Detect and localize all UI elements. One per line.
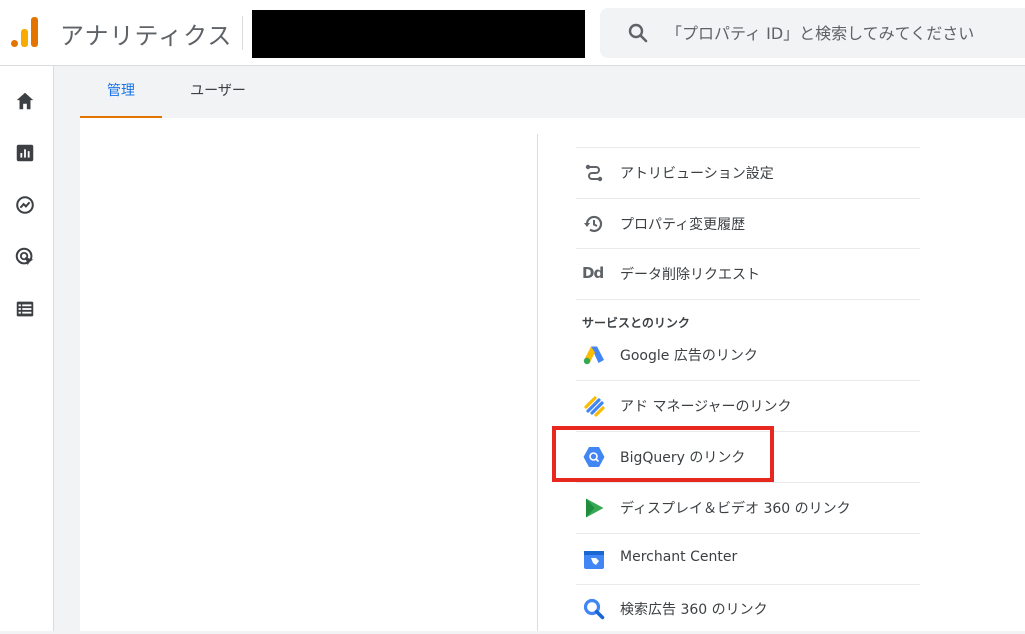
- menu-item-label: アトリビューション設定: [620, 166, 774, 182]
- admin-content-panel: アトリビューション設定 プロパティ変更履歴 Dd データ削除リクエスト サービス…: [80, 118, 1025, 631]
- menu-item-bigquery-links[interactable]: BigQuery のリンク: [576, 432, 920, 482]
- menu-item-search-ads-360-links[interactable]: 検索広告 360 のリンク: [576, 584, 920, 634]
- tab-user[interactable]: ユーザー: [176, 66, 260, 118]
- left-nav-rail: [0, 66, 54, 631]
- menu-item-label: Google 広告のリンク: [620, 348, 758, 364]
- menu-item-data-deletion-requests[interactable]: Dd データ削除リクエスト: [576, 249, 920, 299]
- data-deletion-icon: Dd: [582, 262, 606, 286]
- menu-item-label: 検索広告 360 のリンク: [620, 602, 768, 618]
- explore-icon[interactable]: [14, 194, 36, 216]
- reports-icon[interactable]: [14, 142, 36, 164]
- menu-item-label: ディスプレイ＆ビデオ 360 のリンク: [620, 501, 851, 517]
- menu-item-label: プロパティ変更履歴: [620, 217, 746, 233]
- home-icon[interactable]: [14, 90, 36, 112]
- tab-admin[interactable]: 管理: [80, 66, 162, 118]
- menu-item-label: BigQuery のリンク: [620, 450, 746, 466]
- analytics-logo-icon[interactable]: [11, 17, 39, 47]
- history-icon: [584, 215, 603, 233]
- search-icon: [628, 23, 648, 43]
- display-video-360-icon: [586, 498, 604, 518]
- merchant-center-icon: [584, 551, 604, 569]
- menu-item-label: データ削除リクエスト: [620, 267, 760, 283]
- title-divider: [242, 16, 243, 50]
- column-divider: [537, 134, 538, 631]
- app-title: アナリティクス: [60, 22, 233, 50]
- menu-item-ad-manager-links[interactable]: アド マネージャーのリンク: [576, 381, 920, 431]
- menu-divider: [576, 299, 920, 300]
- redacted-account-selector[interactable]: [252, 10, 585, 58]
- list-icon[interactable]: [14, 298, 36, 320]
- menu-item-google-ads-links[interactable]: Google 広告のリンク: [576, 330, 920, 380]
- menu-item-label: Merchant Center: [620, 549, 738, 565]
- menu-item-label: アド マネージャーのリンク: [620, 399, 792, 415]
- menu-item-merchant-center[interactable]: Merchant Center: [576, 534, 920, 584]
- bigquery-icon: [583, 447, 605, 467]
- ad-manager-icon: [584, 396, 605, 417]
- google-ads-icon: [583, 346, 604, 365]
- search-ads-360-icon: [583, 598, 605, 620]
- search-bar[interactable]: [600, 8, 1025, 58]
- menu-item-property-change-history[interactable]: プロパティ変更履歴: [576, 199, 920, 249]
- advertising-icon[interactable]: [14, 246, 36, 268]
- search-input[interactable]: [666, 19, 1025, 47]
- attribution-icon: [585, 164, 603, 182]
- admin-tabs: 管理 ユーザー: [80, 66, 1025, 118]
- menu-item-attribution-settings[interactable]: アトリビューション設定: [576, 148, 920, 198]
- data-deletion-icon-text: Dd: [582, 264, 604, 282]
- section-title-product-links: サービスとのリンク: [582, 316, 690, 330]
- menu-item-display-video-360-links[interactable]: ディスプレイ＆ビデオ 360 のリンク: [576, 483, 920, 533]
- top-app-bar: アナリティクス: [0, 0, 1025, 66]
